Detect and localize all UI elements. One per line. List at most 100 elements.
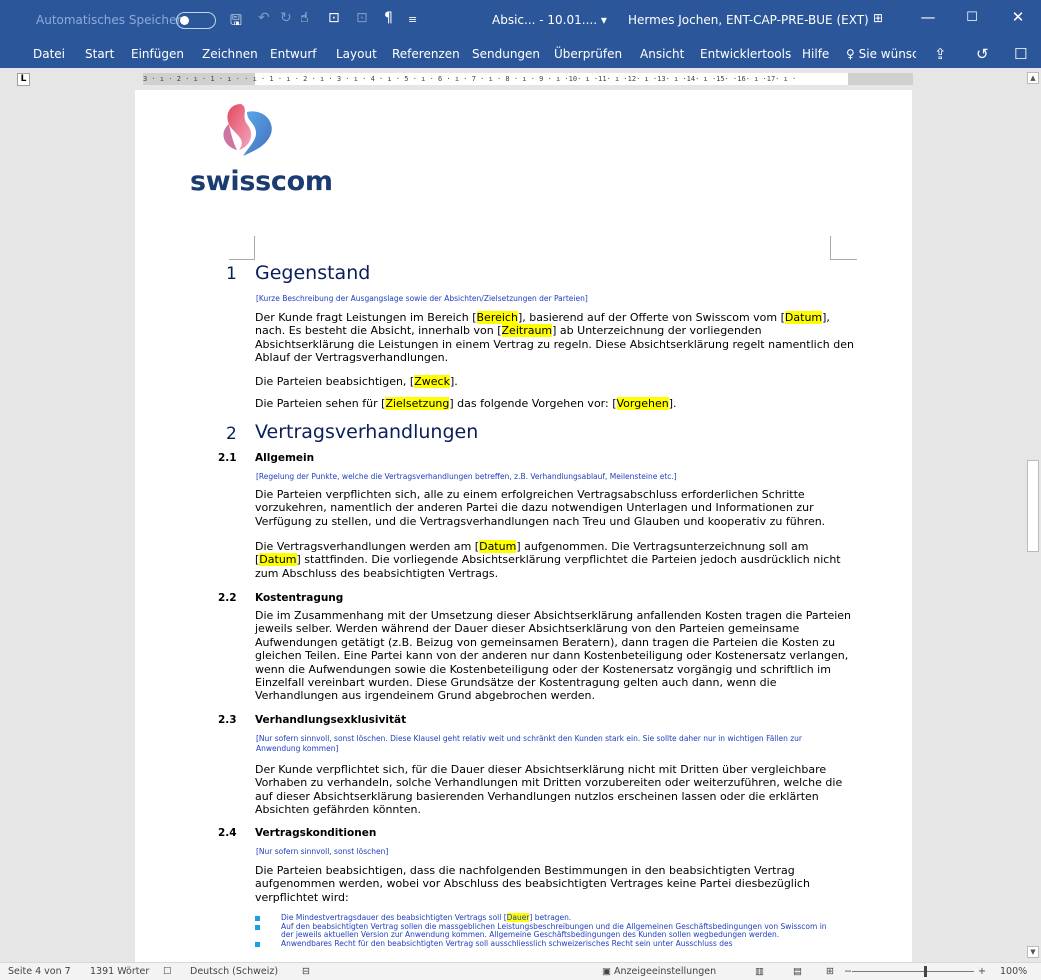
subheading-number: 2.2 [218, 592, 237, 604]
undo-icon[interactable]: ↶ [258, 10, 270, 26]
macro-icon[interactable]: ⊟ [302, 966, 310, 977]
heading-gegenstand: Gegenstand [255, 262, 371, 284]
zoom-in-icon[interactable]: + [978, 966, 986, 977]
hint-text: [Nur sofern sinnvoll, sonst löschen] [256, 847, 389, 856]
placeholder-field[interactable]: Dauer [506, 913, 530, 922]
insert-icon[interactable]: ⊡ [356, 10, 368, 26]
horizontal-ruler[interactable]: 3 · ı · 2 · ı · 1 · ı · · ı · 1 · ı · 2 … [143, 73, 913, 85]
qat-more-icon[interactable]: ≡ [408, 13, 417, 26]
customize-icon[interactable]: ⊡ [328, 10, 340, 26]
menu-zeichnen[interactable]: Zeichnen [202, 47, 258, 61]
zoom-level[interactable]: 100% [1000, 966, 1027, 977]
heading-vertragsverhandlungen: Vertragsverhandlungen [255, 421, 479, 443]
language[interactable]: Deutsch (Schweiz) [190, 966, 278, 977]
minimize-icon[interactable]: — [908, 8, 948, 26]
scroll-thumb[interactable] [1027, 460, 1039, 552]
document-page[interactable]: swisscom 1 Gegenstand [Kurze Beschreibun… [135, 90, 912, 962]
hint-text: [Regelung der Punkte, welche die Vertrag… [256, 472, 677, 481]
bullet-list[interactable]: Die Mindestvertragsdauer des beabsichtig… [255, 913, 835, 949]
ruler-margin-right [848, 73, 913, 85]
zoom-slider[interactable] [852, 971, 974, 972]
margin-mark [831, 259, 857, 260]
text: Die Parteien beabsichtigen, [ [255, 375, 415, 388]
placeholder-field[interactable]: Zielsetzung [385, 397, 450, 410]
zoom-slider-thumb[interactable] [924, 966, 927, 977]
zoom-out-icon[interactable]: − [844, 966, 852, 977]
paragraph[interactable]: Die im Zusammenhang mit der Umsetzung di… [255, 609, 855, 703]
ruler-scale: 3 · ı · 2 · ı · 1 · ı · · ı · 1 · ı · 2 … [143, 75, 797, 83]
history-icon[interactable]: ↺ [976, 45, 989, 63]
placeholder-field[interactable]: Datum [784, 311, 823, 324]
placeholder-field[interactable]: Bereich [476, 311, 518, 324]
tell-me-search[interactable]: ♀ Sie wünsc [846, 47, 916, 61]
document-title[interactable]: Absic... - 10.01.... ▾ [492, 13, 607, 27]
tab-selector[interactable]: L [17, 73, 30, 86]
list-item[interactable]: Auf den beabsichtigten Vertrag sollen di… [255, 922, 835, 940]
paragraph-marks-icon[interactable]: ¶ [384, 10, 393, 26]
paragraph[interactable]: Die Parteien sehen für [Zielsetzung] das… [255, 397, 855, 410]
read-mode-icon[interactable]: ▥ [755, 966, 764, 977]
text: ] betragen. [529, 913, 572, 922]
redo-icon[interactable]: ↻ [280, 10, 292, 26]
scroll-up-icon[interactable]: ▲ [1027, 72, 1039, 84]
touch-mode-icon[interactable]: ☝ [300, 10, 309, 26]
user-name[interactable]: Hermes Jochen, ENT-CAP-PRE-BUE (EXT) [628, 13, 869, 27]
menu-ueberpruefen[interactable]: Überprüfen [554, 47, 622, 61]
placeholder-field[interactable]: Zweck [414, 375, 450, 388]
maximize-icon[interactable]: ☐ [952, 10, 992, 25]
paragraph[interactable]: Der Kunde fragt Leistungen im Bereich [B… [255, 311, 855, 365]
web-layout-icon[interactable]: ⊞ [826, 966, 834, 977]
placeholder-field[interactable]: Datum [259, 553, 297, 567]
menu-entwicklertools[interactable]: Entwicklertools [700, 47, 791, 61]
hint-text: [Kurze Beschreibung der Ausgangslage sow… [256, 294, 588, 303]
placeholder-field[interactable]: Datum [479, 540, 517, 553]
comments-icon[interactable]: ☐ [1014, 45, 1027, 63]
close-icon[interactable]: ✕ [998, 8, 1038, 26]
menu-einfuegen[interactable]: Einfügen [131, 47, 184, 61]
word-count[interactable]: 1391 Wörter [90, 966, 149, 977]
page-count[interactable]: Seite 4 von 7 [8, 966, 71, 977]
monitor-icon: ▣ [602, 966, 614, 977]
print-layout-icon[interactable]: ▤ [793, 966, 802, 977]
menu-datei[interactable]: Datei [33, 47, 65, 61]
subheading-number: 2.4 [218, 827, 237, 839]
proofing-icon[interactable]: ☐ [163, 966, 172, 977]
menu-start[interactable]: Start [85, 47, 114, 61]
menu-entwurf[interactable]: Entwurf [270, 47, 316, 61]
subheading-allgemein: Allgemein [255, 452, 315, 464]
subheading-vertragskonditionen: Vertragskonditionen [255, 827, 377, 839]
menu-referenzen[interactable]: Referenzen [392, 47, 460, 61]
title-bar: Automatisches Speichern 🖫 ↶ ↻ ☝ ⊡ ⊡ ¶ ≡ … [0, 0, 1041, 40]
hint-text: [Nur sofern sinnvoll, sonst löschen. Die… [256, 734, 802, 753]
margin-mark [252, 236, 255, 260]
paragraph[interactable]: Der Kunde verpflichtet sich, für die Dau… [255, 763, 855, 817]
text: Die Vertragsverhandlungen werden am [ [255, 540, 480, 553]
menu-ansicht[interactable]: Ansicht [640, 47, 684, 61]
margin-mark [830, 236, 831, 260]
vertical-scrollbar[interactable]: ▲ ▼ [1025, 68, 1041, 962]
save-icon[interactable]: 🖫 [230, 10, 242, 34]
logo-wordmark: swisscom [190, 166, 333, 197]
paragraph[interactable]: Die Vertragsverhandlungen werden am [Dat… [255, 540, 855, 580]
menu-layout[interactable]: Layout [336, 47, 377, 61]
status-bar: Seite 4 von 7 1391 Wörter ☐ Deutsch (Sch… [0, 962, 1041, 980]
text: ] das folgende Vorgehen vor: [ [449, 397, 617, 410]
subheading-number: 2.1 [218, 452, 237, 464]
subheading-verhandlungsexklusivitaet: Verhandlungsexklusivität [255, 714, 407, 726]
paragraph[interactable]: Die Parteien verpflichten sich, alle zu … [255, 488, 855, 528]
placeholder-field[interactable]: Vorgehen [616, 397, 669, 410]
share-icon[interactable]: ⇪ [934, 45, 947, 63]
scroll-down-icon[interactable]: ▼ [1027, 946, 1039, 958]
ribbon-display-icon[interactable]: ⊞ [858, 11, 898, 25]
menu-bar: Datei Start Einfügen Zeichnen Entwurf La… [0, 40, 1041, 68]
paragraph[interactable]: Die Parteien beabsichtigen, [Zweck]. [255, 375, 855, 388]
display-settings-button[interactable]: ▣ Anzeigeeinstellungen [602, 966, 716, 977]
list-item[interactable]: Anwendbares Recht für den beabsichtigten… [255, 939, 835, 949]
placeholder-field[interactable]: Zeitraum [501, 324, 553, 338]
text: Der Kunde fragt Leistungen im Bereich [ [255, 311, 477, 324]
menu-hilfe[interactable]: Hilfe [802, 47, 829, 61]
menu-sendungen[interactable]: Sendungen [472, 47, 540, 61]
paragraph[interactable]: Die Parteien beabsichtigen, dass die nac… [255, 864, 855, 904]
autosave-toggle[interactable] [176, 12, 216, 29]
display-settings-label: Anzeigeeinstellungen [614, 966, 717, 977]
